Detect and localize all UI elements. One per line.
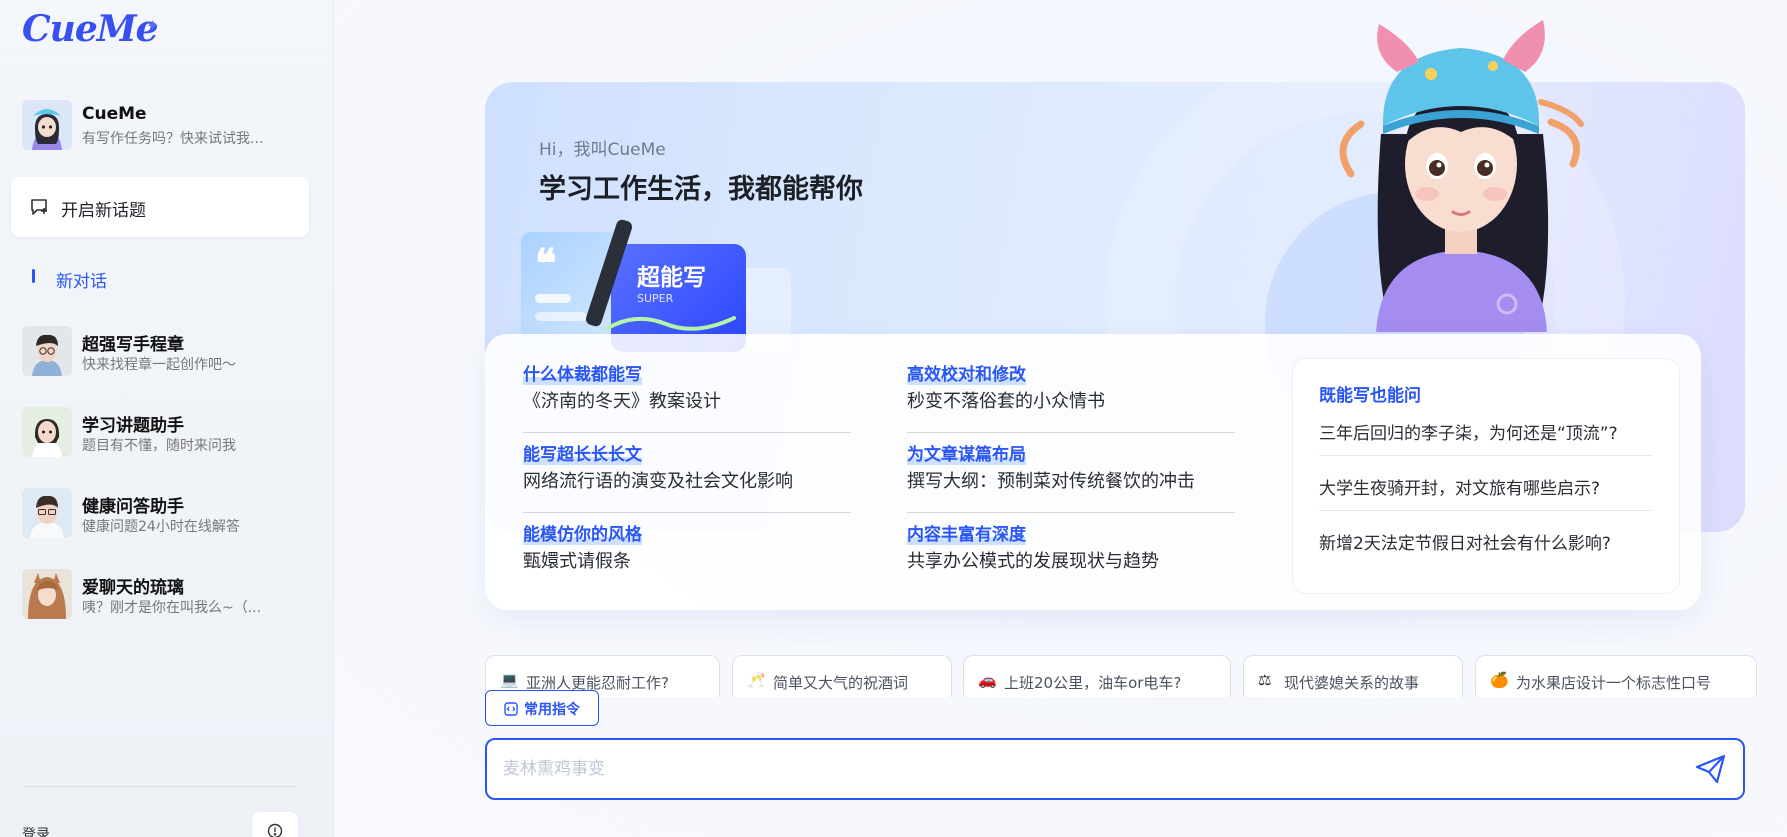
car-icon: 🚗	[978, 671, 997, 689]
hero-title: 学习工作生活，我都能帮你	[539, 174, 863, 205]
prompt-card[interactable]: 什么体裁都能写 《济南的冬天》教案设计	[523, 364, 851, 414]
qa-question[interactable]: 新增2天法定节假日对社会有什么影响?	[1319, 529, 1611, 554]
prompt-card[interactable]: 能写超长长长文 网络流行语的演变及社会文化影响	[523, 444, 851, 494]
bot-name: CueMe	[82, 104, 147, 124]
bot-item-writer[interactable]: 超强写手程章 快来找程章一起创作吧～	[22, 326, 312, 382]
prompt-title: 能写超长长长文	[523, 445, 642, 465]
hero-greeting: Hi，我叫CueMe	[539, 140, 666, 160]
avatar	[22, 407, 72, 457]
bot-desc: 题目有不懂，随时来问我	[82, 438, 236, 454]
qa-box: 既能写也能问 三年后回归的李子柒，为何还是“顶流”? 大学生夜骑开封，对文旅有哪…	[1292, 358, 1680, 594]
chat-input-box	[485, 738, 1745, 800]
prompt-title: 为文章谋篇布局	[907, 445, 1026, 465]
prompt-card[interactable]: 高效校对和修改 秒变不落俗套的小众情书	[907, 364, 1235, 414]
mascot-illustration	[1321, 14, 1601, 332]
laptop-icon: 💻	[500, 671, 519, 689]
wave-decoration	[606, 316, 736, 331]
qa-question[interactable]: 三年后回归的李子柒，为何还是“顶流”?	[1319, 419, 1618, 444]
active-indicator	[32, 269, 35, 283]
bot-item-cueme[interactable]: CueMe 有写作任务吗？快来试试我...	[22, 100, 312, 156]
conversation-label: 新对话	[56, 272, 107, 292]
new-topic-button[interactable]: 开启新话题	[11, 177, 309, 237]
chat-input[interactable]	[503, 752, 1663, 786]
divider	[1319, 455, 1653, 456]
avatar	[22, 326, 72, 376]
prompt-title: 高效校对和修改	[907, 365, 1026, 385]
divider	[907, 512, 1235, 513]
bot-name: 健康问答助手	[82, 497, 184, 517]
super-write-badge: ❝ 超能写 SUPER	[521, 218, 791, 352]
sidebar-divider	[22, 786, 298, 787]
bot-desc: 健康问题24小时在线解答	[82, 519, 240, 535]
cheers-icon: 🥂	[747, 671, 766, 689]
chip-label: 现代婆媳关系的故事	[1284, 674, 1420, 692]
suggestion-chip[interactable]: 🚗 上班20公里，油车or电车?	[963, 655, 1231, 697]
bot-name: 爱聊天的琉璃	[82, 578, 184, 598]
bot-name: 学习讲题助手	[82, 416, 184, 436]
login-link[interactable]: 登录	[22, 824, 50, 837]
suggestion-chip[interactable]: 🍊 为水果店设计一个标志性口号	[1475, 655, 1757, 697]
send-icon[interactable]	[1695, 754, 1727, 788]
prompt-card[interactable]: 能模仿你的风格 甄嬛式请假条	[523, 524, 851, 574]
sparkle-icon: ✦	[146, 16, 160, 35]
divider	[523, 432, 851, 433]
prompt-title: 能模仿你的风格	[523, 525, 642, 545]
chip-label: 上班20公里，油车or电车?	[1004, 674, 1182, 692]
new-topic-label: 开启新话题	[61, 201, 146, 221]
badge-subtitle: SUPER	[637, 292, 674, 305]
prompt-card[interactable]: 内容丰富有深度 共享办公模式的发展现状与趋势	[907, 524, 1235, 574]
info-icon	[267, 823, 283, 837]
bot-item-study[interactable]: 学习讲题助手 题目有不懂，随时来问我	[22, 407, 312, 463]
prompt-example: 网络流行语的演变及社会文化影响	[523, 471, 793, 492]
app-logo[interactable]: CueMe	[22, 8, 158, 50]
badge-title: 超能写	[637, 265, 706, 291]
prompt-example: 共享办公模式的发展现状与趋势	[907, 551, 1159, 572]
qa-title: 既能写也能问	[1319, 386, 1421, 406]
avatar	[22, 488, 72, 538]
prompt-example: 甄嬛式请假条	[523, 551, 631, 572]
chip-label: 为水果店设计一个标志性口号	[1516, 674, 1712, 692]
prompt-example: 《济南的冬天》教案设计	[523, 391, 721, 412]
new-chat-icon	[29, 197, 49, 221]
bot-desc: 咦？刚才是你在叫我么~（...	[82, 600, 262, 616]
bot-name: 超强写手程章	[82, 335, 184, 355]
scale-icon: ⚖	[1258, 671, 1272, 689]
prompt-example: 撰写大纲：预制菜对传统餐饮的冲击	[907, 471, 1195, 492]
command-icon	[504, 701, 518, 720]
prompt-title: 什么体裁都能写	[523, 365, 642, 385]
quote-icon: ❝	[535, 240, 557, 287]
bot-desc: 快来找程章一起创作吧～	[82, 357, 236, 373]
prompt-title: 内容丰富有深度	[907, 525, 1026, 545]
info-button[interactable]	[252, 812, 298, 837]
bot-item-health[interactable]: 健康问答助手 健康问题24小时在线解答	[22, 488, 312, 544]
sidebar: CueMe ✦ CueMe 有写作任务吗？快来试试我... 开启新话题 新对话 …	[0, 0, 334, 837]
avatar	[22, 569, 72, 619]
conversation-item-new[interactable]: 新对话	[22, 266, 292, 292]
command-label: 常用指令	[524, 702, 580, 718]
orange-icon: 🍊	[1490, 671, 1509, 689]
chip-label: 简单又大气的祝酒词	[773, 674, 909, 692]
bot-item-liuli[interactable]: 爱聊天的琉璃 咦？刚才是你在叫我么~（...	[22, 569, 312, 625]
suggestion-chip[interactable]: 🥂 简单又大气的祝酒词	[732, 655, 952, 697]
suggestion-chip[interactable]: ⚖ 现代婆媳关系的故事	[1243, 655, 1463, 697]
common-commands-button[interactable]: 常用指令	[485, 690, 599, 726]
bot-desc: 有写作任务吗？快来试试我...	[82, 131, 264, 147]
main-panel: Hi，我叫CueMe 学习工作生活，我都能帮你 ❝ 超能写 SUPER 什么体裁…	[335, 0, 1787, 837]
prompt-card[interactable]: 为文章谋篇布局 撰写大纲：预制菜对传统餐饮的冲击	[907, 444, 1235, 494]
divider	[1319, 510, 1653, 511]
divider	[523, 512, 851, 513]
prompt-example: 秒变不落俗套的小众情书	[907, 391, 1105, 412]
divider	[907, 432, 1235, 433]
avatar	[22, 100, 72, 150]
qa-question[interactable]: 大学生夜骑开封，对文旅有哪些启示?	[1319, 474, 1600, 499]
